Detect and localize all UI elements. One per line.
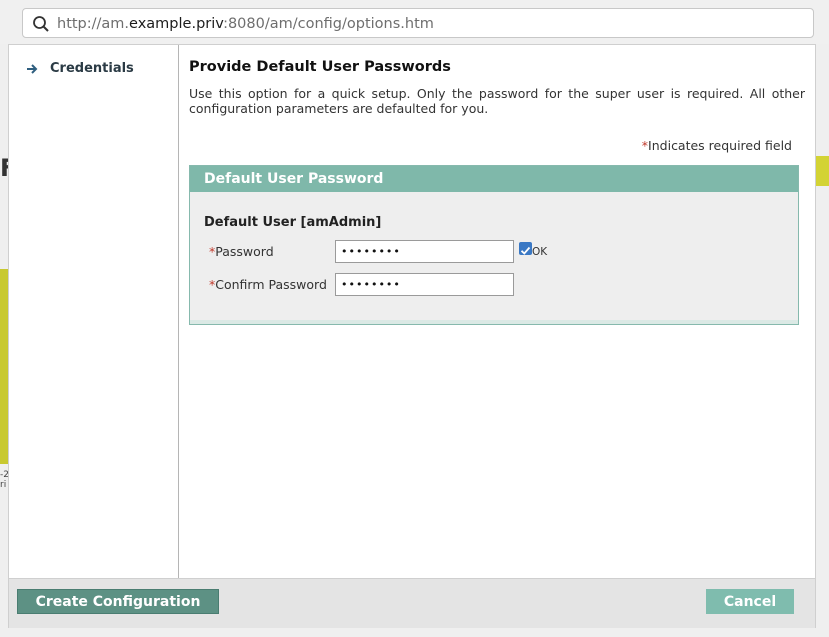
address-bar[interactable]: http://am.example.priv:8080/am/config/op… — [22, 8, 814, 38]
confirm-password-label: *Confirm Password — [209, 277, 327, 292]
browser-toolbar: http://am.example.priv:8080/am/config/op… — [0, 0, 829, 44]
url-text[interactable]: http://am.example.priv:8080/am/config/op… — [57, 15, 434, 33]
sidebar: Credentials — [9, 45, 179, 578]
password-label-text: Password — [215, 244, 274, 259]
page-title: Provide Default User Passwords — [189, 59, 451, 75]
page-description: Use this option for a quick setup. Only … — [189, 86, 805, 116]
confirm-password-field[interactable]: •••••••• — [335, 273, 514, 296]
sidebar-item-label: Credentials — [50, 61, 134, 76]
arrow-right-icon — [27, 63, 38, 74]
password-label: *Password — [209, 244, 274, 259]
cancel-button[interactable]: Cancel — [706, 589, 794, 614]
password-status: OK — [532, 246, 548, 258]
configuration-dialog: Credentials Provide Default User Passwor… — [8, 44, 816, 628]
required-note-text: Indicates required field — [648, 138, 792, 153]
checkmark-icon — [520, 246, 531, 255]
panel-header: Default User Password — [190, 166, 798, 192]
create-configuration-button[interactable]: Create Configuration — [17, 589, 219, 614]
sidebar-item-credentials[interactable]: Credentials — [26, 61, 134, 76]
url-path: :8080/am/config/options.htm — [223, 16, 434, 32]
required-field-note: *Indicates required field — [642, 138, 792, 153]
url-host: example.priv — [129, 16, 224, 32]
password-field[interactable]: •••••••• — [335, 240, 514, 263]
confirm-password-label-text: Confirm Password — [215, 277, 327, 292]
background-accent-right — [815, 156, 829, 186]
section-label: Default User [amAdmin] — [204, 215, 382, 230]
url-scheme: http://am. — [57, 16, 130, 32]
panel-footer-strip — [190, 320, 798, 324]
ok-check-icon — [519, 242, 532, 255]
dialog-footer: Create Configuration Cancel — [9, 578, 815, 628]
background-accent-left — [0, 269, 8, 464]
search-icon — [33, 16, 49, 32]
default-user-password-panel: Default User Password Default User [amAd… — [189, 165, 799, 325]
